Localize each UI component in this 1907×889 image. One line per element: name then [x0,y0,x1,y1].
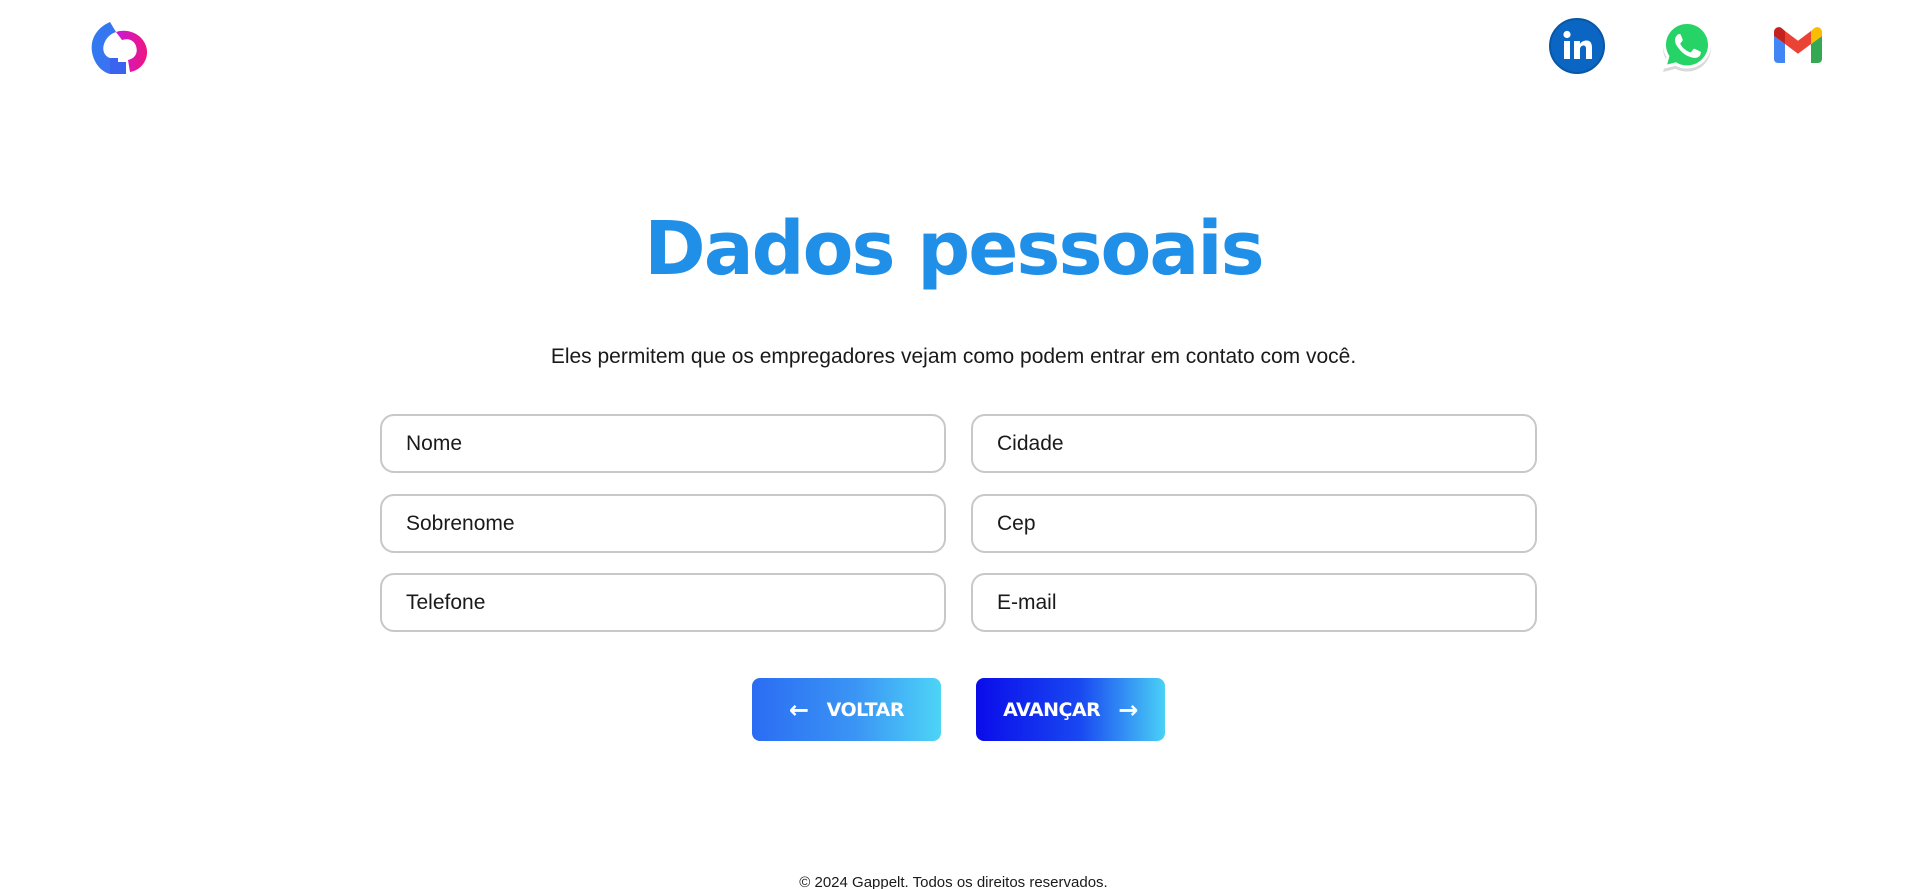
top-bar [0,0,1907,100]
page-title: Dados pessoais [644,206,1264,292]
back-button-label: VOLTAR [826,698,905,721]
gmail-icon[interactable] [1768,16,1828,76]
whatsapp-icon[interactable] [1657,16,1717,76]
footer-copyright: © 2024 Gappelt. Todos os direitos reserv… [799,874,1108,889]
sobrenome-input[interactable] [380,494,946,553]
nome-input[interactable] [380,414,946,473]
cidade-input[interactable] [971,414,1537,473]
next-button-label: AVANÇAR [1003,698,1101,721]
next-button[interactable]: AVANÇAR → [976,678,1165,741]
arrow-right-icon: → [1118,695,1138,724]
cep-input[interactable] [971,494,1537,553]
telefone-input[interactable] [380,573,946,632]
arrow-left-icon: ← [789,695,809,724]
gappelt-logo-icon[interactable] [88,18,152,78]
page-subtitle: Eles permitem que os empregadores vejam … [550,345,1357,368]
email-input[interactable] [971,573,1537,632]
back-button[interactable]: ← VOLTAR [752,678,941,741]
linkedin-icon[interactable] [1547,16,1607,76]
